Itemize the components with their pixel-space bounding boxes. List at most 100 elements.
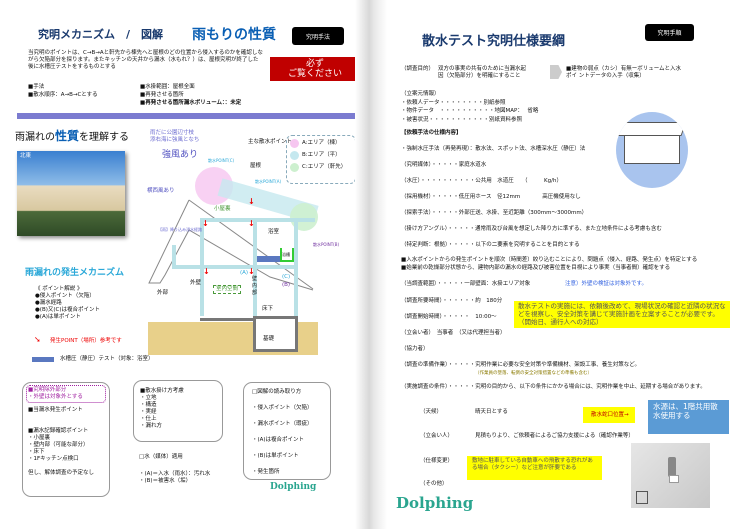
leak-arrow-icon: ↓ (248, 267, 255, 276)
mark-c: (C) (282, 274, 291, 280)
underfloor-label: 床下 (262, 306, 274, 312)
start-time: （調査開始時間）・・・・・ 10:00〜 (401, 314, 497, 320)
point-a-label: 散水POINT(A) (255, 179, 282, 184)
page-gutter (355, 0, 387, 529)
scope-note: 注意）外壁の検証は対象外です。 (565, 281, 647, 287)
point-c-label: 散水POINT(C) (208, 158, 235, 163)
must-read-line1: 必ず (305, 59, 324, 69)
weather: 晴天日とする (475, 409, 508, 415)
floor-beam (172, 265, 297, 269)
water-source-box: 水源は、1階共用散水使用する (648, 400, 729, 434)
left-title-accent: 雨もりの性質 (192, 27, 276, 43)
leak-path-label: 【雨】降り込み浸水経路 (158, 227, 202, 232)
purpose-label: （調査目的） (401, 66, 435, 72)
spec-range: ■水掛範囲：屋根全面 (140, 84, 195, 90)
spec-volume: ■再発させる箇所漏水ボリューム：：未定 (140, 100, 242, 106)
faucet-icon (668, 457, 676, 477)
exterior-label: 外部 (157, 290, 169, 296)
box-diagram-reading: □図解の読み取り方 ・侵入ポイント（欠陥） ・漏水ポイント（瑕疵） ・(A)は複合ポイ… (243, 382, 331, 480)
foundation-label: 基礎 (263, 336, 275, 342)
mark-a: (A) (240, 270, 249, 276)
witness-label: （立会い人） (420, 433, 454, 439)
spec-6: （特定判断：根拠）・・・・・以下の二要素を究明することを目的とする (401, 242, 580, 248)
legend-c: C:エリア（軒先） (302, 164, 347, 170)
purpose-result: ■建物の弱点（カシ）有無ーボリュームと入水 ポイ ントデータの入手（収集） (566, 66, 682, 79)
faucet-note: 散水蛇口位置→ (583, 407, 635, 423)
procedure-button[interactable]: 究明手順 (645, 24, 694, 41)
spec-method: ■手法 (28, 84, 45, 90)
weather-label: （天候） (420, 409, 443, 415)
prep-note: （作業員の墜落、転倒の安全対策措置などの準備も含む） (475, 371, 592, 376)
witness: 見積もりより、ご依頼者によるご協力支援による（確認作業等） (475, 433, 634, 439)
box-spray-method: ■散水掛け方考慮 ・立地 ・構造 ・実経 ・仕上 ・漏れ方 (133, 380, 223, 442)
bath-label: 浴室 (268, 229, 280, 235)
attic-label: 小屋裏 (214, 206, 231, 212)
duration: （調査所要時間）・・・・・・約 180分 (401, 298, 503, 304)
other-label: （その他） (420, 481, 448, 487)
arrow-right-icon (550, 65, 562, 79)
box-record-points: ■究明除外部分 ・外壁は対象外とする ■当漏水発生ポイント ■漏水記録確認ポイント… (22, 382, 110, 497)
spec-5: （掛け方アングル）・・・・・通常雨及び台風を想定した降り方に準ずる、また立地条件… (401, 226, 662, 232)
mechanism-title: 雨漏れの発生メカニズム (25, 268, 125, 278)
point-b-label: 散水POINT(B) (313, 242, 340, 247)
method-button[interactable]: 究明手法 (292, 27, 344, 45)
house-photo: 北東 (17, 151, 125, 236)
foundation-box (253, 316, 298, 352)
understand-suffix: を理解する (79, 132, 130, 143)
must-read-line2: ご覧ください (287, 69, 342, 79)
dolphing-logo-left: Dolphing (270, 482, 317, 492)
dolphing-logo-right: Dolphing (396, 494, 474, 512)
leak-arrow-icon: ↓ (248, 197, 255, 206)
pressure-zone (257, 256, 280, 262)
change-note: 敷地に駐車している自動車への飛散する恐れがある場合（タクシー）など注意が肝要であ… (467, 456, 602, 480)
house-illustration (616, 112, 688, 188)
leak-arrow-icon: ↓ (202, 219, 209, 228)
purpose-text: 双方の事実の共有のために当漏水起 因（欠陥部分）を明確にすること (438, 66, 527, 79)
outer-wall-label: 外壁 (190, 280, 202, 286)
understand-heading: 雨漏れの性質を理解する (15, 127, 129, 144)
wind-note: 雨だに公園辺寸枝 添右海に強風となち (150, 130, 200, 143)
purple-divider (17, 113, 358, 119)
leak-arrow-icon: ↓ (203, 267, 210, 276)
points-list: 《 ポイント解説 》 ●侵入ポイント（欠陥） ●漏水経路 ●(B)又(C)は複合ポイン… (35, 286, 100, 320)
right-title: 散水テスト究明仕様要綱 (422, 34, 566, 49)
roof-label: 屋根 (250, 163, 262, 169)
water-medium: □水（媒体）適用 ・(A)＝入水（雨水）：汚れ水 ・(B)＝被害水（垢） (139, 454, 211, 484)
leak-arrow-icon: ↓ (248, 219, 255, 228)
spec-3: （採用機材）・・・・・低圧用ホース 径12mm 高圧機使用なし (401, 194, 581, 200)
yellow-note: 散水テストの実施には、依頼後改めて、現場状況の確認と近隣の状況などを視察し、安全… (514, 301, 730, 328)
spec-1: （究明媒体）・・・・・家庭水道水 (401, 162, 487, 168)
prep: （調査の準備作業）・・・・・究明作業に必要な安全対策や準備機材、架設工事、養生対… (401, 362, 640, 368)
mark-b: (B) (282, 282, 291, 288)
faucet-photo (631, 443, 710, 508)
spec-0: ・強制水圧手法（再発再現）：散水法、スポット法、水槽深水圧（静圧）法 (401, 146, 586, 152)
bullet-1: ■始業前の乾燥部分状態から、建物内部の漏水の経路及び被害位置を目視により事実（当… (401, 265, 671, 271)
understand-accent: 性質 (55, 129, 80, 143)
wall-inner-label: 壁内部 (252, 276, 258, 296)
spec-4: （探索手法）・・・・・外部圧送、水掛、至近距離（300mm〜3000mm） (401, 210, 588, 216)
spec-order: ■散水順序：A→B→Cとする (28, 92, 98, 98)
legend-a-swatch (290, 139, 299, 148)
spec-2: （水圧）・・・・・・・・・・公共用 水道圧 （ Kg/h） (401, 178, 562, 184)
tub-label: 浴槽 (282, 252, 290, 257)
must-read-banner: 必ず ご覧ください (270, 57, 360, 81)
strong-wind-label: 強風あり (162, 150, 199, 160)
source-info: （立案元情報） ・依頼人データ・・・・・・・・別紙参照 ・物件データ ・・・・・・・… (401, 91, 539, 123)
legend-box: A:エリア（棟） B:エリア（平） C:エリア（軒先） (286, 135, 356, 184)
pressure-test-note: 水槽圧（静圧）テスト（対象：浴室） (60, 356, 154, 362)
legend-b: B:エリア（平） (302, 152, 341, 158)
left-title: 究明メカニズム / 図解 (38, 28, 164, 41)
pressure-swatch (32, 357, 54, 362)
scope: （当調査範囲）・・・・・一部壁面：水掛エリア対象 (401, 281, 531, 287)
bullet-0: ■入水ポイントからの発生ポイントを順次（時間差）絞り込むことにより、問題点（侵入… (401, 257, 698, 263)
legend-c-swatch (290, 163, 299, 172)
change-label: （仕様変更） (420, 458, 454, 464)
excluded-area: ■究明除外部分 ・外壁は対象外とする (26, 385, 106, 403)
legend-a: A:エリア（棟） (302, 140, 341, 146)
occurrence-arrow-icon: ➘ (34, 335, 41, 344)
intro-text: 当究明のポイントは、C→B→Aと軒先から棟先へと屋根のどの位置から侵入するのかを… (28, 50, 263, 70)
indoor-label: 室内空間 (213, 285, 242, 294)
cooperator: （協力者） (401, 346, 429, 352)
spec-title: 【依頼手法の仕様内容】 (401, 130, 462, 136)
legend-b-swatch (290, 151, 299, 160)
